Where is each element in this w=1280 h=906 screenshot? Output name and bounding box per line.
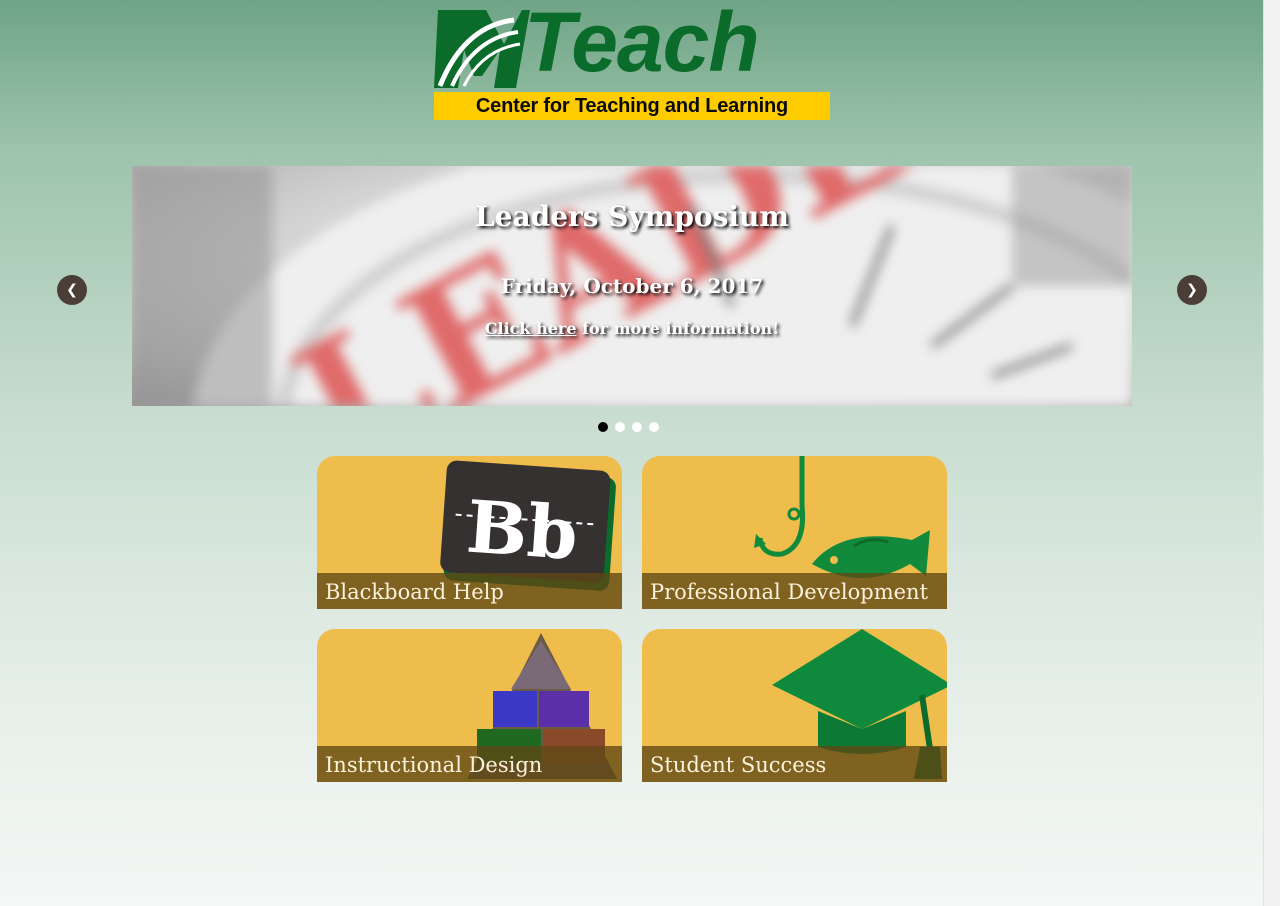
site-logo[interactable]: Teach Center for Teaching and Learning bbox=[434, 0, 830, 120]
tile-student-success[interactable]: Student Success bbox=[642, 629, 947, 782]
slider-next-button[interactable]: ❯ bbox=[1177, 275, 1207, 305]
tile-professional-development[interactable]: Professional Development bbox=[642, 456, 947, 609]
slide-date: Friday, October 6, 2017 bbox=[500, 274, 764, 298]
slide-info-suffix: for more information! bbox=[576, 319, 780, 338]
tile-instructional-design[interactable]: Instructional Design bbox=[317, 629, 622, 782]
tile-label: Instructional Design bbox=[317, 746, 622, 782]
click-here-link[interactable]: Click here bbox=[485, 319, 577, 338]
slider-slide[interactable]: LEADERSHIP Leaders Symposium Friday, Oct… bbox=[132, 166, 1132, 406]
tile-label: Professional Development bbox=[642, 573, 947, 609]
tile-label: Blackboard Help bbox=[317, 573, 622, 609]
tile-label: Student Success bbox=[642, 746, 947, 782]
slider-dot-1[interactable] bbox=[598, 422, 608, 432]
slider-dot-3[interactable] bbox=[632, 422, 642, 432]
slider-dot-2[interactable] bbox=[615, 422, 625, 432]
slider-prev-button[interactable]: ❮ bbox=[57, 275, 87, 305]
tile-blackboard-help[interactable]: Bb Blackboard Help bbox=[317, 456, 622, 609]
slide-title: Leaders Symposium bbox=[474, 200, 790, 233]
slider-dot-4[interactable] bbox=[649, 422, 659, 432]
logo-subtitle: Center for Teaching and Learning bbox=[475, 95, 789, 117]
logo-wordmark: Teach bbox=[524, 0, 760, 89]
page-scrollbar[interactable] bbox=[1263, 0, 1280, 906]
svg-text:Bb: Bb bbox=[464, 484, 581, 577]
slide-info: Click here for more information! bbox=[132, 319, 1132, 338]
